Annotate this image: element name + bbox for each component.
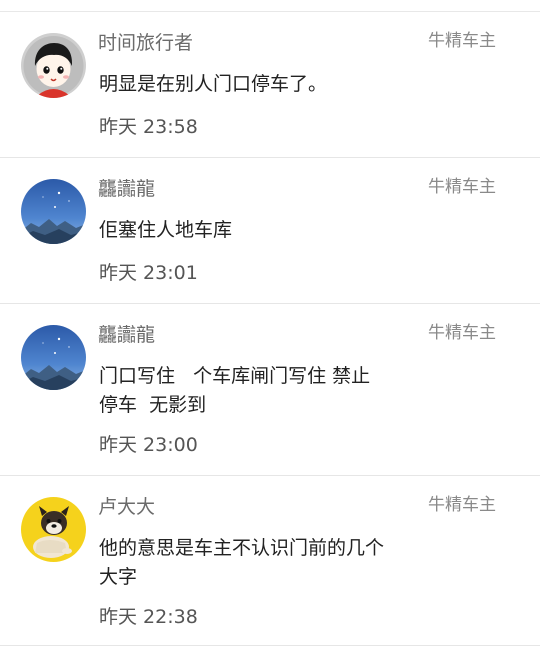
comment-content: 门口写住 个车库闸门写住 禁止停车 无影到 (99, 365, 371, 416)
comment-time: 昨天 22:38 (99, 606, 198, 628)
bulldog-avatar-icon (21, 497, 86, 562)
username[interactable]: 卢大大 (98, 495, 155, 519)
night-sky-mountain-avatar-icon (21, 325, 86, 390)
username[interactable]: 龘讟龍 (98, 177, 155, 201)
comment-content: 佢塞住人地车库 (99, 219, 233, 241)
comment-item: 卢大大 牛精车主 他的意思是车主不认识门前的几个大字 昨天 22:38 (0, 476, 540, 646)
user-avatar[interactable] (21, 497, 86, 562)
comment-content: 他的意思是车主不认识门前的几个大字 (99, 537, 385, 588)
user-avatar[interactable] (21, 33, 86, 98)
comment-item: 时间旅行者 牛精车主 明显是在别人门口停车了。 昨天 23:58 (0, 12, 540, 158)
comment-time: 昨天 23:00 (99, 434, 198, 456)
user-avatar[interactable] (21, 179, 86, 244)
comment-content: 明显是在别人门口停车了。 (99, 73, 328, 95)
comment-item: 龘讟龍 牛精车主 佢塞住人地车库 昨天 23:01 (0, 158, 540, 304)
comment-time: 昨天 23:58 (99, 116, 198, 138)
owner-badge: 牛精车主 (428, 177, 496, 197)
username[interactable]: 时间旅行者 (98, 31, 193, 55)
cartoon-boy-avatar-icon (21, 33, 86, 98)
comment-time: 昨天 23:01 (99, 262, 198, 284)
owner-badge: 牛精车主 (428, 495, 496, 515)
owner-badge: 牛精车主 (428, 31, 496, 51)
owner-badge: 牛精车主 (428, 323, 496, 343)
user-avatar[interactable] (21, 325, 86, 390)
night-sky-mountain-avatar-icon (21, 179, 86, 244)
username[interactable]: 龘讟龍 (98, 323, 155, 347)
comment-item: 龘讟龍 牛精车主 门口写住 个车库闸门写住 禁止停车 无影到 昨天 23:00 (0, 304, 540, 476)
